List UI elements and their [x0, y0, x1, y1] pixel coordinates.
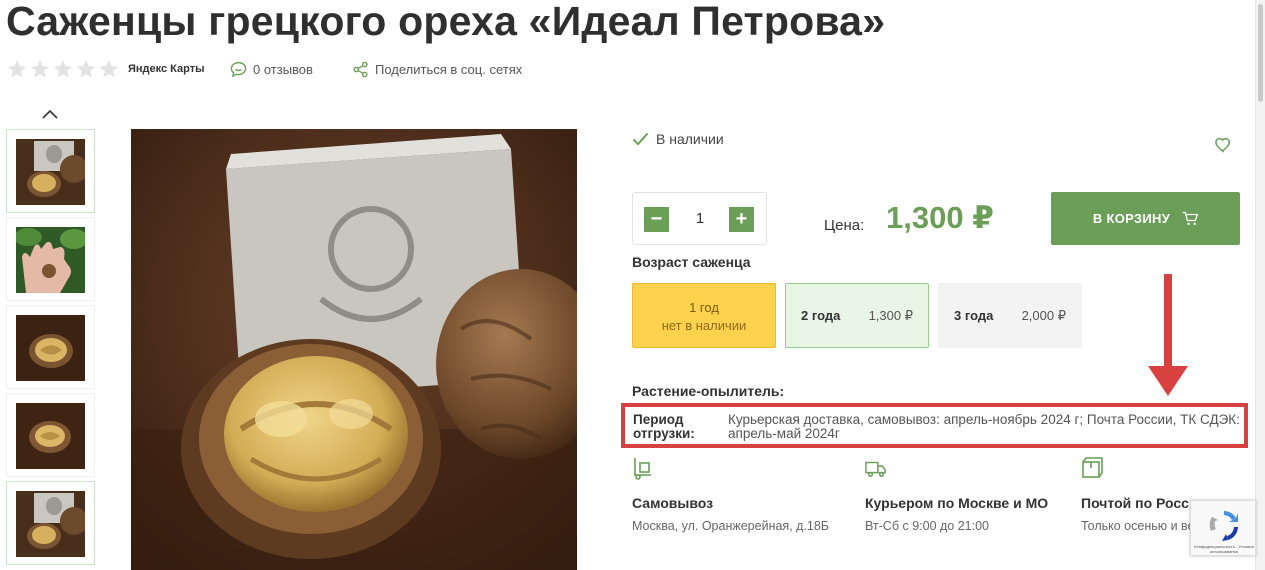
increase-button[interactable]: + [729, 207, 754, 232]
check-icon [632, 132, 649, 146]
thumbnail-item[interactable] [6, 393, 95, 477]
pollinator-label: Растение-опылитель: [632, 383, 785, 399]
stock-label: В наличии [656, 131, 724, 147]
age-option-status: нет в наличии [661, 318, 747, 333]
share-link[interactable]: Поделиться в соц. сетях [352, 61, 522, 78]
add-to-cart-label: В КОРЗИНУ [1092, 211, 1171, 226]
delivery-subtitle: Вт-Сб с 9:00 до 21:00 [865, 519, 989, 533]
thumbnail-image [16, 227, 85, 293]
chat-icon [230, 61, 247, 77]
thumbnail-image [16, 315, 85, 381]
chevron-up-icon[interactable] [40, 106, 60, 122]
share-icon [353, 61, 368, 77]
reviews-count: 0 отзывов [253, 61, 313, 77]
annotation-arrow-icon [1148, 274, 1188, 396]
thumbnail-image [16, 139, 85, 205]
reviews-link[interactable]: 0 отзывов [230, 61, 313, 77]
rating-stars[interactable] [6, 58, 120, 80]
star-icon [53, 59, 73, 78]
scrollbar-thumb[interactable] [1258, 4, 1263, 102]
yandex-maps-label[interactable]: Яндекс Карты [128, 63, 205, 75]
thumbnail-item[interactable] [6, 481, 95, 565]
add-to-cart-button[interactable]: В КОРЗИНУ [1051, 192, 1240, 245]
delivery-title: Самовывоз [632, 495, 714, 511]
shipping-period-highlight: Период отгрузки: Курьерская доставка, са… [621, 403, 1248, 448]
recaptcha-text: Конфиденциальность - Условия использован… [1194, 544, 1254, 554]
star-icon [7, 59, 27, 78]
product-main-image[interactable] [131, 129, 577, 570]
page-scrollbar[interactable] [1255, 0, 1265, 570]
quantity-value[interactable]: 1 [683, 210, 717, 227]
shipping-period-text: Курьерская доставка, самовывоз: апрель-н… [728, 412, 1240, 441]
thumbnail-item[interactable] [6, 305, 95, 389]
price-label: Цена: [824, 217, 865, 234]
age-option-price: 2,000 ₽ [1021, 308, 1066, 323]
shipping-period-label: Период отгрузки: [633, 412, 695, 441]
truck-icon [865, 461, 886, 477]
star-icon [99, 59, 119, 78]
delivery-option-pickup: Самовывоз Москва, ул. Оранжерейная, д.18… [632, 456, 829, 533]
thumbnail-item[interactable] [6, 217, 95, 301]
thumbnail-image [16, 491, 85, 557]
price-value: 1,300 ₽ [886, 200, 994, 235]
delivery-option-courier: Курьером по Москве и МО Вт-Сб с 9:00 до … [865, 456, 1048, 533]
quantity-stepper: − 1 + [632, 192, 767, 245]
star-icon [76, 59, 96, 78]
star-icon [30, 59, 50, 78]
thumbnail-list [6, 129, 95, 569]
delivery-title: Курьером по Москве и МО [865, 495, 1049, 511]
pickup-icon [634, 458, 651, 480]
stock-status: В наличии [632, 131, 724, 147]
thumbnail-item[interactable] [6, 129, 95, 213]
share-label: Поделиться в соц. сетях [375, 61, 523, 77]
age-option-2-years[interactable]: 2 года 1,300 ₽ [785, 283, 929, 348]
age-label: Возраст саженца [632, 254, 751, 270]
age-option-name: 3 года [954, 308, 994, 323]
delivery-subtitle: Москва, ул. Оранжерейная, д.18Б [632, 519, 830, 533]
age-option-name: 2 года [801, 308, 841, 323]
age-option-price: 1,300 ₽ [868, 308, 913, 323]
thumbnail-image [16, 403, 85, 469]
age-option-1-year[interactable]: 1 год нет в наличии [632, 283, 776, 348]
parcel-icon [1082, 457, 1103, 478]
age-option-3-years[interactable]: 3 года 2,000 ₽ [938, 283, 1082, 348]
heart-icon[interactable] [1214, 136, 1232, 154]
page-title: Саженцы грецкого ореха «Идеал Петрова» [6, 0, 886, 44]
age-option-name: 1 год [689, 300, 719, 315]
cart-icon [1182, 211, 1199, 226]
recaptcha-badge[interactable]: Конфиденциальность - Условия использован… [1190, 500, 1256, 556]
recaptcha-icon [1209, 511, 1238, 541]
decrease-button[interactable]: − [644, 207, 669, 232]
rating-row: Яндекс Карты 0 отзывов Поделиться в соц.… [6, 58, 522, 80]
